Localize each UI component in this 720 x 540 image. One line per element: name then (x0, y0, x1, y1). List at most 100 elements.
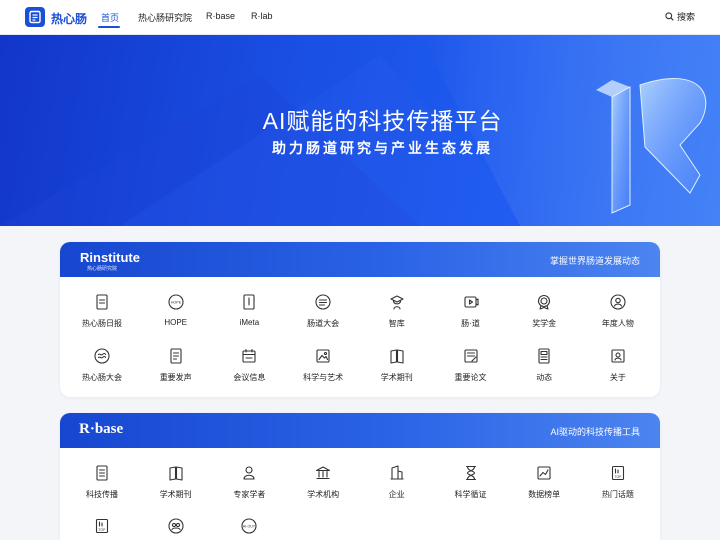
rbase-item-label: 数据榜单 (528, 490, 561, 499)
institute-item-label: 动态 (536, 373, 553, 382)
rbase-item-9[interactable] (139, 517, 213, 535)
hero-subtitle: 助力肠道研究与产业生态发展 (272, 140, 493, 156)
rbase-item-10[interactable]: AI·OUT (212, 517, 286, 535)
rbase-item-label: 科学循证 (454, 490, 487, 499)
chart-icon (537, 466, 551, 480)
hourglass-icon (465, 465, 476, 481)
svg-text:AI·OUT: AI·OUT (243, 524, 256, 528)
rbase-card: R·base AI驱动的科技传播工具 科技传播 学术期刊 专家学者 学术机构 企业 科学循… (60, 413, 660, 540)
broadcast-doc-icon (96, 465, 108, 481)
book-icon (243, 294, 255, 310)
institute-item-7[interactable]: 年度人物 (581, 293, 655, 329)
institute-item-label: 热心肠大会 (82, 373, 122, 382)
rbase-item-2[interactable]: 专家学者 (212, 464, 286, 500)
search-icon (665, 12, 674, 21)
institute-item-label: 学术期刊 (380, 373, 413, 382)
institute-item-label: 会议信息 (233, 373, 266, 382)
paper-icon (463, 349, 478, 363)
conference-icon (315, 294, 331, 310)
rbase-item-label: 企业 (388, 490, 405, 499)
rbase-card-header: R·base AI驱动的科技传播工具 (60, 413, 660, 448)
institute-item-3[interactable]: 肠道大会 (286, 293, 360, 329)
art-icon (316, 349, 330, 363)
rbase-item-8[interactable]: TOP (65, 517, 139, 535)
institute-item-8[interactable]: 热心肠大会 (65, 347, 139, 383)
nav-rbase[interactable]: R·base (206, 11, 235, 21)
institute-brand-subtitle: 热心肠研究院 (87, 266, 118, 272)
rbase-item-4[interactable]: 企业 (360, 464, 434, 500)
rbase-item-6[interactable]: 数据榜单 (507, 464, 581, 500)
institute-item-12[interactable]: 学术期刊 (360, 347, 434, 383)
graduate-icon (390, 295, 404, 310)
search-button[interactable]: 搜索 (665, 10, 695, 23)
about-icon (611, 349, 625, 363)
institute-tagline: 掌握世界肠道发展动态 (549, 256, 640, 266)
nav-home[interactable]: 首页 (101, 11, 119, 24)
hero-title: AI赋能的科技传播平台 (262, 108, 503, 134)
meeting-icon (94, 348, 110, 364)
nav-rlab[interactable]: R·lab (251, 11, 273, 21)
institute-item-label: 奖学金 (532, 319, 557, 328)
institute-item-6[interactable]: 奖学金 (507, 293, 581, 329)
institute-item-13[interactable]: 重要论文 (434, 347, 508, 383)
person-icon (610, 294, 626, 310)
ai-out-icon: AI·OUT (241, 518, 257, 534)
svg-text:HOPE: HOPE (171, 301, 182, 305)
calendar-icon (242, 348, 256, 363)
page: 热心肠 首页 热心肠研究院 R·base R·lab 搜索 AI赋能的科技传播平… (0, 0, 720, 540)
rbase-item-7[interactable]: TOP 热门话题 (581, 464, 655, 500)
institute-item-label: iMeta (239, 318, 260, 327)
journal-icon (169, 466, 183, 481)
institution-icon (316, 466, 331, 480)
building-icon (390, 465, 404, 480)
svg-text:TOP: TOP (99, 528, 107, 532)
institute-item-1[interactable]: HOPE HOPE (139, 293, 213, 327)
brand-logo-icon[interactable] (25, 7, 45, 27)
hero-banner: AI赋能的科技传播平台 助力肠道研究与产业生态发展 (0, 35, 720, 226)
institute-item-0[interactable]: 热心肠日报 (65, 293, 139, 329)
institute-item-4[interactable]: 智库 (360, 293, 434, 329)
rbase-tagline: AI驱动的科技传播工具 (550, 427, 640, 437)
institute-item-label: 肠道大会 (307, 319, 340, 328)
rbase-brand[interactable]: R·base (79, 421, 123, 438)
institute-item-label: 科学与艺术 (303, 373, 344, 382)
top-list-icon: TOP (95, 518, 109, 534)
nav-institute[interactable]: 热心肠研究院 (138, 11, 192, 24)
video-icon (463, 296, 479, 308)
rbase-item-label: 学术期刊 (159, 490, 192, 499)
team-icon (168, 518, 184, 534)
institute-item-15[interactable]: 关于 (581, 347, 655, 383)
institute-item-9[interactable]: 重要发声 (139, 347, 213, 383)
institute-item-11[interactable]: 科学与艺术 (286, 347, 360, 383)
rbase-item-label: 热门话题 (601, 490, 634, 499)
institute-item-5[interactable]: 肠·道 (434, 293, 508, 329)
institute-card: Rinstitute 热心肠研究院 掌握世界肠道发展动态 热心肠日报 HOPE HO… (60, 242, 660, 397)
document-icon (96, 294, 108, 310)
rbase-item-3[interactable]: 学术机构 (286, 464, 360, 500)
rbase-item-label: 科技传播 (86, 490, 118, 499)
institute-item-2[interactable]: iMeta (212, 293, 286, 327)
institute-item-label: 年度人物 (601, 319, 634, 328)
rbase-item-1[interactable]: 学术期刊 (139, 464, 213, 500)
rbase-item-0[interactable]: 科技传播 (65, 464, 139, 500)
institute-brand[interactable]: Rinstitute (80, 250, 140, 265)
medal-icon (538, 294, 551, 310)
top-icon: TOP (611, 465, 624, 481)
search-label: 搜索 (676, 12, 695, 22)
journal-icon (390, 349, 404, 364)
news-icon (538, 348, 550, 364)
hope-badge-icon: HOPE (168, 294, 184, 310)
announcement-icon (170, 348, 182, 364)
institute-item-label: 智库 (388, 319, 405, 328)
institute-item-10[interactable]: 会议信息 (212, 347, 286, 383)
rbase-item-label: 专家学者 (233, 490, 266, 499)
institute-item-label: 重要发声 (159, 373, 192, 382)
institute-item-label: 重要论文 (454, 373, 487, 382)
institute-item-14[interactable]: 动态 (507, 347, 581, 383)
svg-text:TOP: TOP (614, 475, 622, 479)
institute-item-label: 热心肠日报 (82, 319, 122, 328)
brand-name[interactable]: 热心肠 (51, 10, 87, 27)
institute-item-label: 关于 (609, 373, 626, 382)
rbase-item-5[interactable]: 科学循证 (434, 464, 508, 500)
institute-item-label: HOPE (164, 318, 188, 327)
